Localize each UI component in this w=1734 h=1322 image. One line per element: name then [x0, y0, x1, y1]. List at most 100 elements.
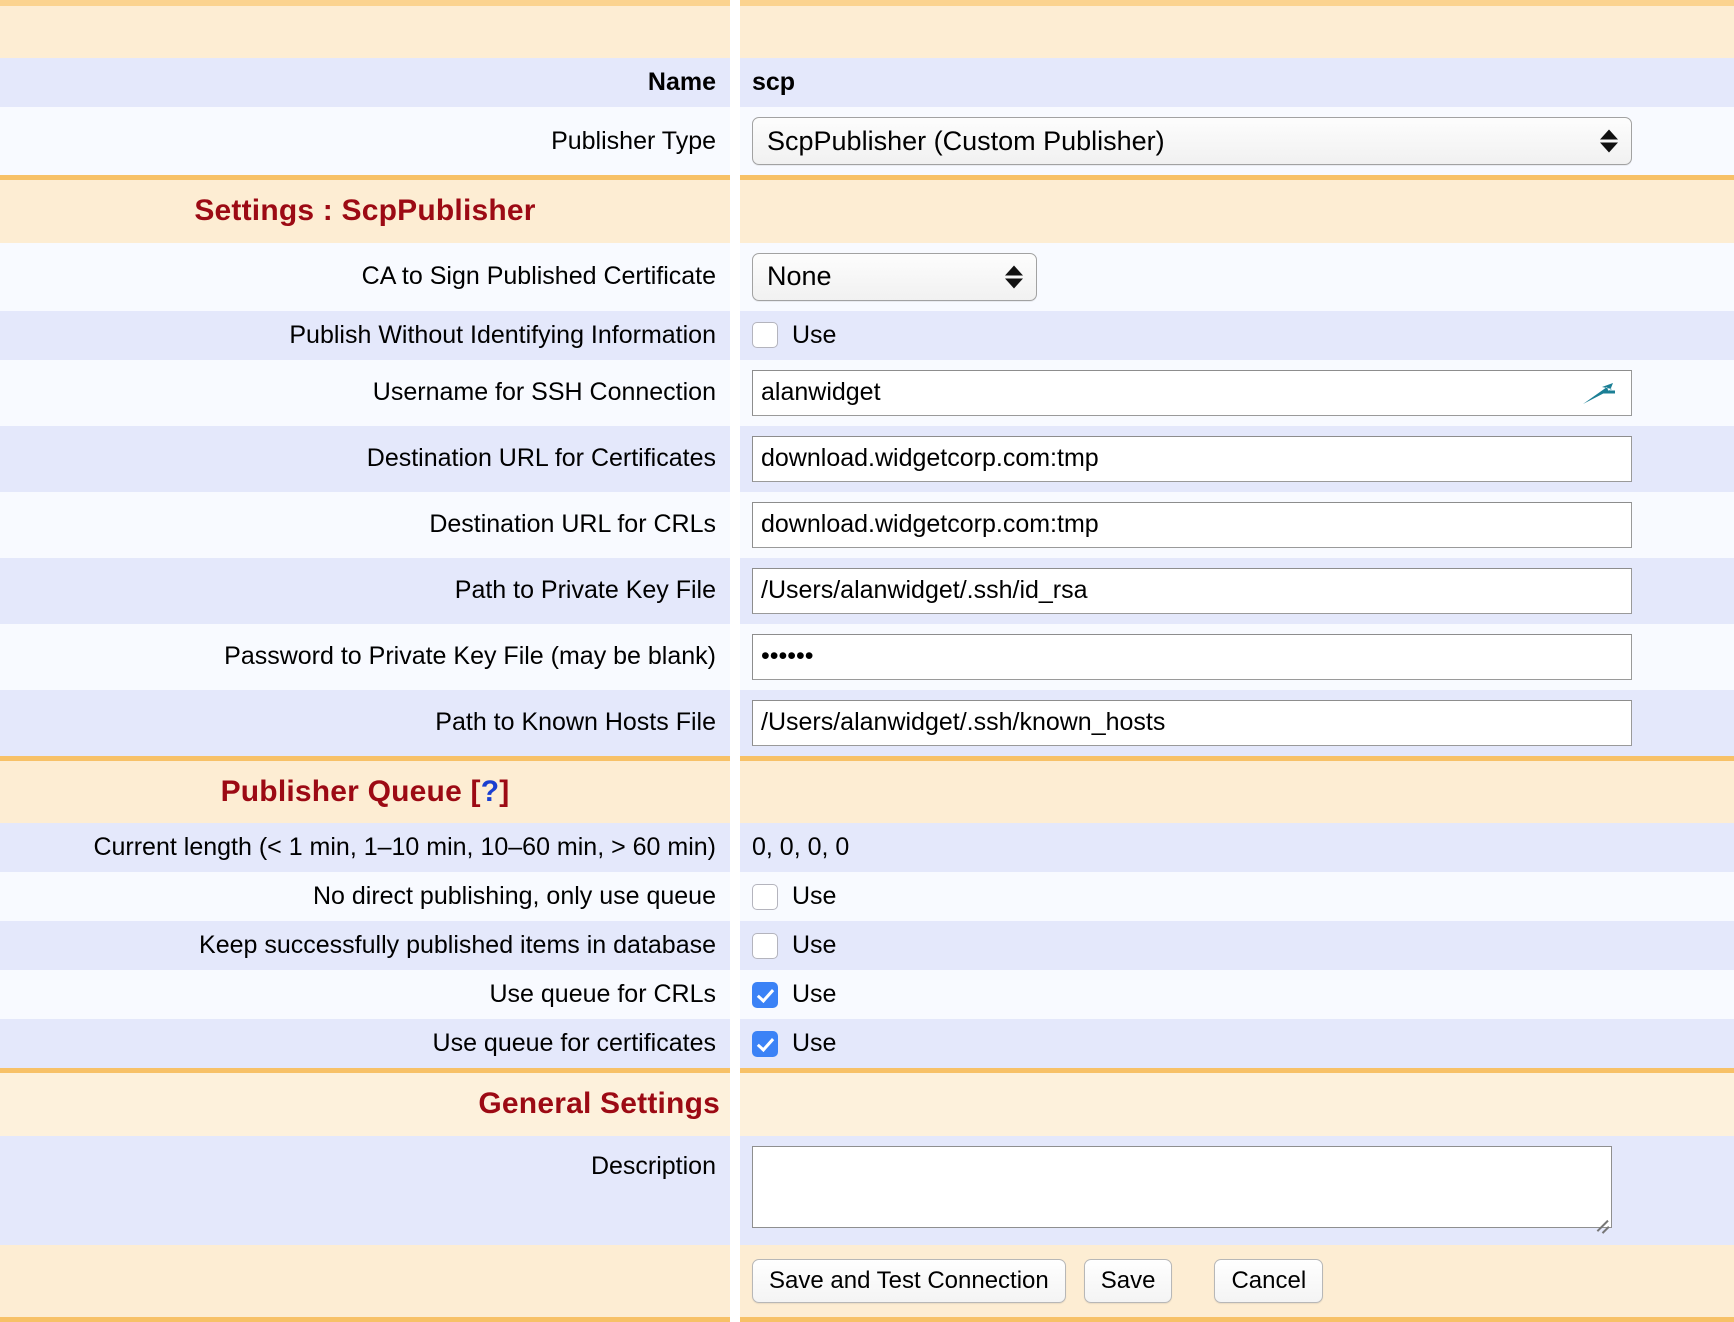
row-name: Name scp [0, 58, 1734, 107]
known-hosts-path-label: Path to Known Hosts File [0, 690, 730, 756]
publisher-type-select[interactable]: ScpPublisher (Custom Publisher) [752, 117, 1632, 165]
use-queue-certificates-label-text: Use queue for certificates [433, 1029, 716, 1058]
name-value-cell: scp [740, 58, 1734, 107]
save-and-test-connection-button[interactable]: Save and Test Connection [752, 1259, 1066, 1303]
bottom-accent-bar [0, 1317, 1734, 1322]
known-hosts-path-input[interactable] [752, 700, 1632, 746]
publish-without-identifying-value-cell: Use [740, 311, 1734, 360]
row-dest-url-crls: Destination URL for CRLs [0, 492, 1734, 558]
private-key-path-input[interactable] [752, 568, 1632, 614]
ca-to-sign-selected-text: None [767, 261, 832, 292]
row-dest-url-certificates: Destination URL for Certificates [0, 426, 1734, 492]
section-settings: Settings : ScpPublisher [0, 180, 1734, 243]
ca-to-sign-value-cell: None [740, 243, 1734, 311]
row-keep-published-items: Keep successfully published items in dat… [0, 921, 1734, 970]
dest-url-certificates-input[interactable] [752, 436, 1632, 482]
keep-published-items-checkbox[interactable] [752, 933, 778, 959]
action-buttons-cell: Save and Test Connection Save Cancel [740, 1245, 1734, 1317]
use-queue-certificates-checkbox[interactable] [752, 1031, 778, 1057]
row-use-queue-crls: Use queue for CRLs Use [0, 970, 1734, 1019]
current-length-label-text: Current length (< 1 min, 1–10 min, 10–60… [93, 833, 716, 862]
publisher-type-selected-text: ScpPublisher (Custom Publisher) [767, 126, 1165, 157]
chevron-updown-icon [1005, 265, 1023, 288]
use-queue-crls-value-cell: Use [740, 970, 1734, 1019]
private-key-path-label: Path to Private Key File [0, 558, 730, 624]
section-publisher-queue: Publisher Queue [?] [0, 761, 1734, 824]
dest-url-certificates-value-cell [740, 426, 1734, 492]
no-direct-publishing-label: No direct publishing, only use queue [0, 872, 730, 921]
use-queue-crls-label: Use queue for CRLs [0, 970, 730, 1019]
no-direct-publishing-checkbox-group[interactable]: Use [752, 882, 836, 911]
name-label: Name [0, 58, 730, 107]
current-length-value: 0, 0, 0, 0 [752, 833, 849, 862]
queue-help-open-bracket: [ [471, 775, 481, 808]
chevron-updown-icon [1600, 130, 1618, 153]
top-cream-spacer [0, 6, 1734, 58]
keep-published-items-checkbox-group[interactable]: Use [752, 931, 836, 960]
ca-to-sign-label-text: CA to Sign Published Certificate [362, 262, 716, 291]
publish-without-identifying-checkbox[interactable] [752, 322, 778, 348]
use-queue-crls-checkbox-group[interactable]: Use [752, 980, 836, 1009]
publisher-type-label-text: Publisher Type [551, 127, 716, 156]
row-publish-without-identifying: Publish Without Identifying Information … [0, 311, 1734, 360]
dest-url-crls-input[interactable] [752, 502, 1632, 548]
no-direct-publishing-use-label: Use [792, 882, 836, 911]
settings-heading-text: Settings : ScpPublisher [194, 194, 535, 229]
queue-heading: Publisher Queue [?] [0, 761, 730, 824]
ssh-username-field-wrap [752, 370, 1632, 416]
private-key-password-label: Password to Private Key File (may be bla… [0, 624, 730, 690]
cancel-button[interactable]: Cancel [1214, 1259, 1323, 1303]
row-ssh-username: Username for SSH Connection [0, 360, 1734, 426]
publisher-type-value-cell: ScpPublisher (Custom Publisher) [740, 107, 1734, 175]
row-private-key-path: Path to Private Key File [0, 558, 1734, 624]
save-button[interactable]: Save [1084, 1259, 1173, 1303]
ca-to-sign-select[interactable]: None [752, 253, 1037, 301]
description-label: Description [0, 1136, 730, 1245]
use-queue-crls-checkbox[interactable] [752, 982, 778, 1008]
use-queue-certificates-label: Use queue for certificates [0, 1019, 730, 1068]
use-queue-certificates-checkbox-group[interactable]: Use [752, 1029, 836, 1058]
general-settings-heading: General Settings [0, 1073, 730, 1136]
keep-published-items-label: Keep successfully published items in dat… [0, 921, 730, 970]
private-key-password-label-text: Password to Private Key File (may be bla… [224, 642, 716, 671]
queue-help-link[interactable]: ? [481, 775, 500, 808]
dest-url-crls-label-text: Destination URL for CRLs [429, 510, 716, 539]
private-key-path-label-text: Path to Private Key File [455, 576, 716, 605]
known-hosts-path-label-text: Path to Known Hosts File [435, 708, 716, 737]
dest-url-certificates-label: Destination URL for Certificates [0, 426, 730, 492]
row-known-hosts-path: Path to Known Hosts File [0, 690, 1734, 756]
queue-help-close-bracket: ] [499, 775, 509, 808]
ssh-username-input[interactable] [752, 370, 1632, 416]
description-value-cell [740, 1136, 1734, 1245]
known-hosts-path-value-cell [740, 690, 1734, 756]
no-direct-publishing-value-cell: Use [740, 872, 1734, 921]
row-description: Description [0, 1136, 1734, 1245]
publisher-type-label: Publisher Type [0, 107, 730, 175]
settings-heading: Settings : ScpPublisher [0, 180, 730, 243]
private-key-password-input[interactable] [752, 634, 1632, 680]
queue-heading-text: Publisher Queue [221, 775, 462, 810]
section-general-settings: General Settings [0, 1073, 1734, 1136]
publish-without-identifying-label-text: Publish Without Identifying Information [289, 321, 716, 350]
row-no-direct-publishing: No direct publishing, only use queue Use [0, 872, 1734, 921]
publish-without-identifying-label: Publish Without Identifying Information [0, 311, 730, 360]
row-use-queue-certificates: Use queue for certificates Use [0, 1019, 1734, 1068]
use-queue-crls-label-text: Use queue for CRLs [489, 980, 716, 1009]
description-label-text: Description [591, 1152, 716, 1181]
keep-published-items-value-cell: Use [740, 921, 1734, 970]
row-action-buttons: Save and Test Connection Save Cancel [0, 1245, 1734, 1317]
private-key-path-value-cell [740, 558, 1734, 624]
dest-url-certificates-label-text: Destination URL for Certificates [367, 444, 716, 473]
keep-published-items-label-text: Keep successfully published items in dat… [199, 931, 716, 960]
no-direct-publishing-checkbox[interactable] [752, 884, 778, 910]
publish-without-identifying-use-label: Use [792, 321, 836, 350]
publish-without-identifying-checkbox-group[interactable]: Use [752, 321, 836, 350]
row-current-length: Current length (< 1 min, 1–10 min, 10–60… [0, 823, 1734, 872]
name-label-text: Name [648, 68, 716, 97]
description-textarea[interactable] [752, 1146, 1612, 1228]
use-queue-certificates-use-label: Use [792, 1029, 836, 1058]
ssh-username-label: Username for SSH Connection [0, 360, 730, 426]
private-key-password-value-cell [740, 624, 1734, 690]
queue-help: [?] [462, 775, 509, 809]
description-textarea-wrap [752, 1146, 1612, 1235]
